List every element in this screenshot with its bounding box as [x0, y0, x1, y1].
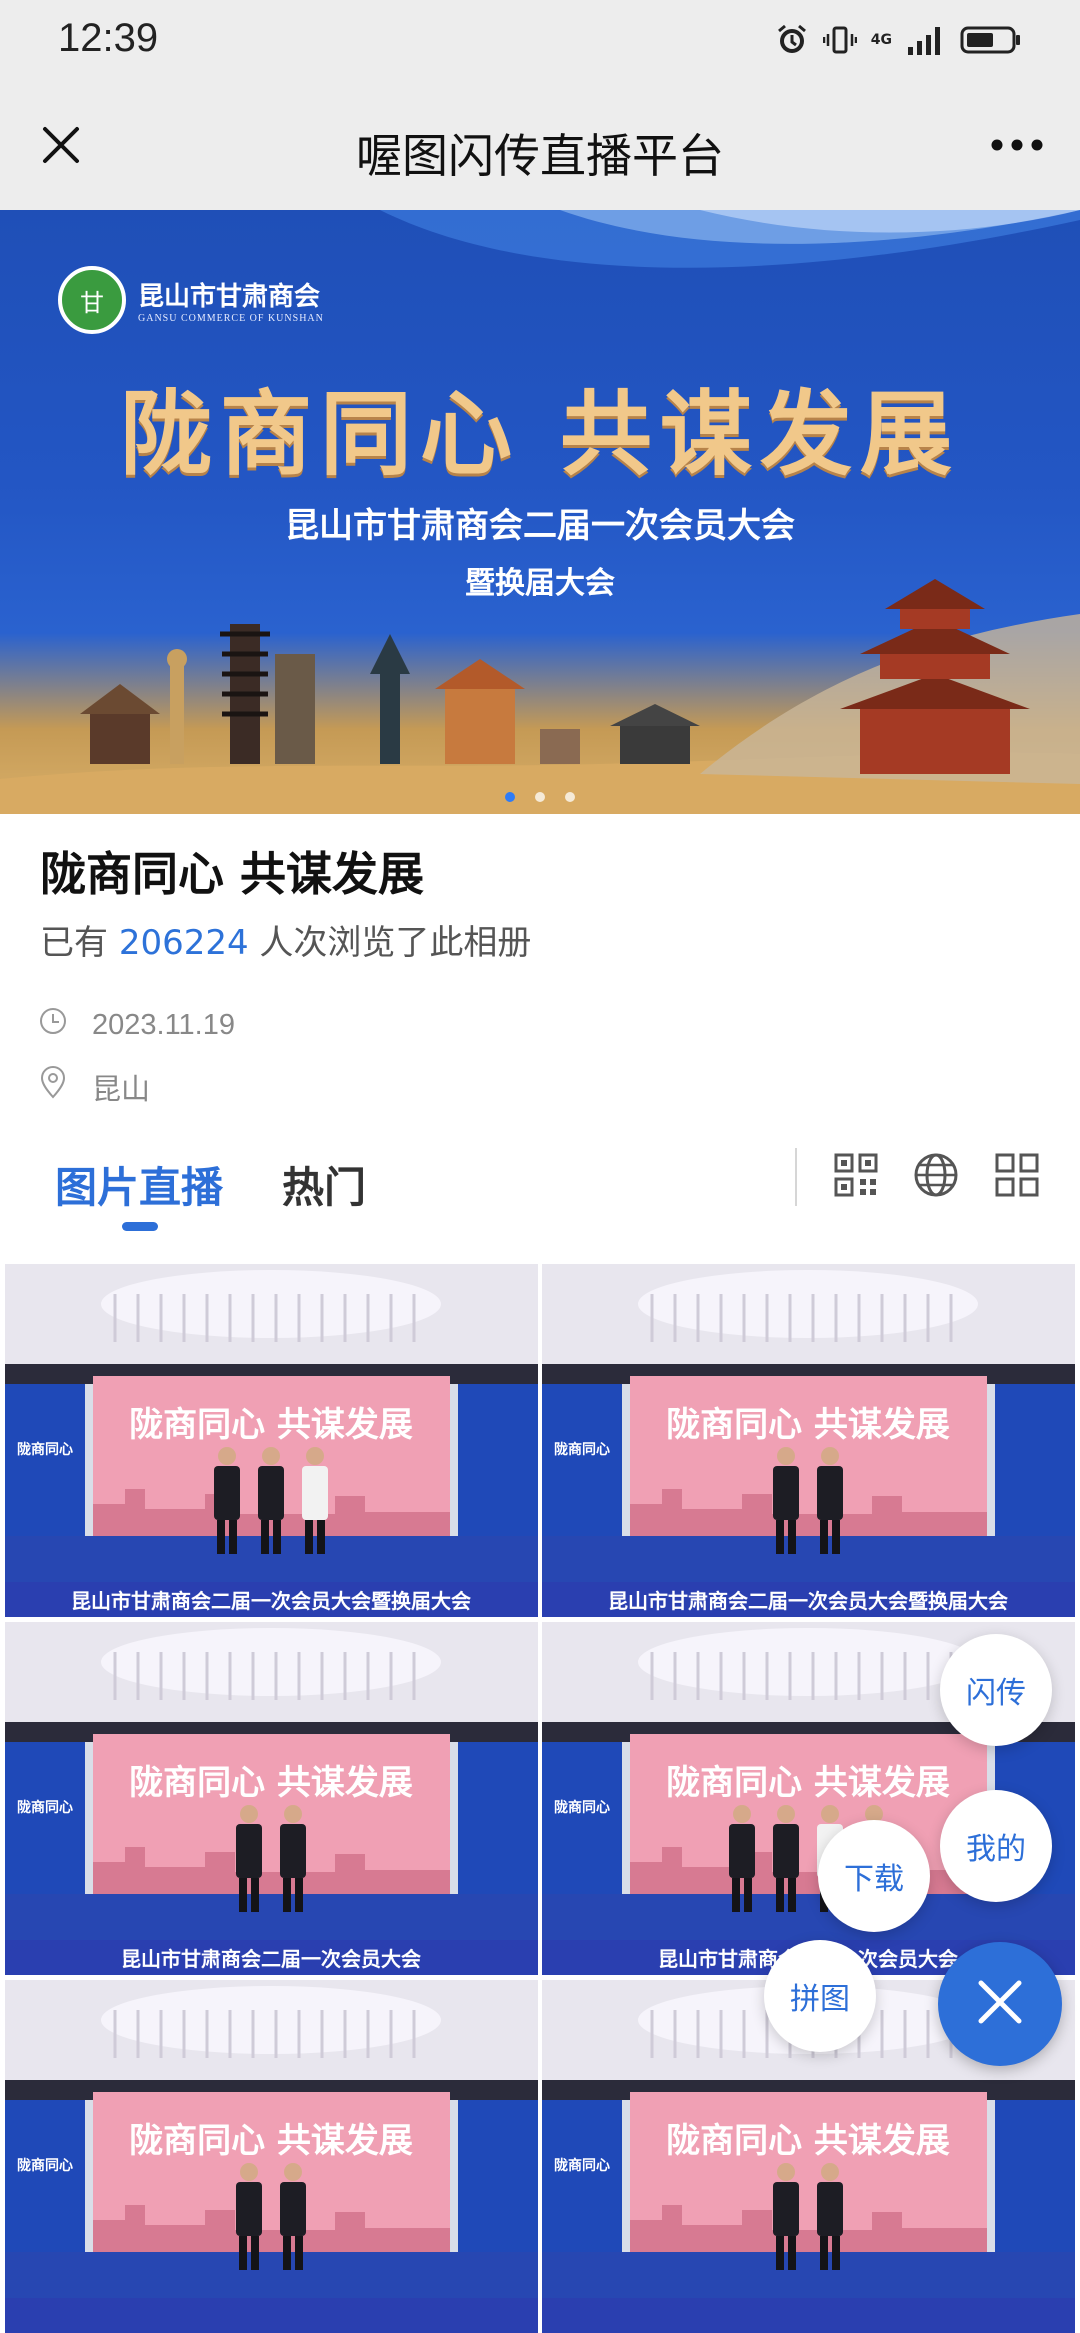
album-title: 陇商同心 共谋发展 — [40, 847, 425, 901]
svg-text:陇商同心 共谋发展: 陇商同心 共谋发展 — [666, 1763, 950, 1803]
status-time: 12:39 — [58, 16, 159, 60]
status-icons: 4G — [775, 18, 1022, 62]
banner-carousel[interactable]: 甘 昆山市甘肃商会 GANSU COMMERCE OF KUNSHAN 陇商同心… — [0, 210, 1080, 814]
org-seal: 甘 — [58, 266, 126, 334]
clock-icon — [38, 1006, 68, 1044]
photo-grid: 陇商同心 共谋发展 陇商同心 昆山市甘肃商会二届一次会员大会暨换届大会 陇商同心 共… — [0, 1264, 1080, 2333]
carousel-dot[interactable] — [505, 792, 515, 802]
fab-close-button[interactable] — [938, 1942, 1062, 2066]
qr-code-icon[interactable] — [829, 1148, 883, 1202]
banner-event-title: 昆山市甘肃商会二届一次会员大会 — [285, 506, 795, 546]
carousel-indicators — [0, 792, 1080, 802]
banner-landmarks — [0, 579, 1080, 814]
album-location: 昆山 — [92, 1074, 151, 1106]
org-name: 昆山市甘肃商会 — [138, 282, 321, 312]
battery-icon — [960, 25, 1022, 55]
page-title: 喔图闪传直播平台 — [356, 129, 724, 183]
more-icon[interactable] — [984, 112, 1050, 178]
status-bar: 12:39 4G — [0, 0, 1080, 80]
album-date-row: 2023.11.19 — [38, 1006, 235, 1044]
vibrate-icon — [822, 23, 857, 57]
org-logo: 甘 昆山市甘肃商会 GANSU COMMERCE OF KUNSHAN — [58, 266, 324, 334]
album-date: 2023.11.19 — [92, 1008, 235, 1041]
svg-text:陇商同心: 陇商同心 — [17, 2157, 73, 2174]
mine-button[interactable]: 我的 — [940, 1790, 1052, 1902]
tab-bar: 图片直播 热门 — [0, 1140, 1080, 1250]
photo-scene: 陇商同心 共谋发展陇商同心 — [5, 1980, 538, 2333]
views-count: 206224 — [118, 923, 249, 963]
download-button[interactable]: 下载 — [818, 1820, 930, 1932]
svg-text:陇商同心 共谋发展: 陇商同心 共谋发展 — [666, 1405, 950, 1445]
svg-text:陇商同心: 陇商同心 — [554, 2157, 610, 2174]
active-tab-indicator — [122, 1222, 158, 1231]
signal-icon — [906, 23, 946, 57]
tab-hot[interactable]: 热门 — [282, 1154, 366, 1215]
carousel-dot[interactable] — [535, 792, 545, 802]
flash-button[interactable]: 闪传 — [940, 1634, 1052, 1746]
svg-text:昆山市甘肃商会二届一次会员大会暨换届大会: 昆山市甘肃商会二届一次会员大会暨换届大会 — [608, 1589, 1008, 1613]
photo-thumbnail[interactable]: 陇商同心 共谋发展陇商同心昆山市甘肃商会二届一次会员大会暨换届大会 — [542, 1264, 1075, 1617]
svg-text:昆山市甘肃商会二届一次会员大会暨换届大会: 昆山市甘肃商会二届一次会员大会暨换届大会 — [71, 1589, 471, 1613]
network-type: 4G — [870, 32, 892, 48]
svg-text:陇商同心: 陇商同心 — [554, 1799, 610, 1816]
svg-text:昆山市甘肃商会二届一次会员大会: 昆山市甘肃商会二届一次会员大会 — [121, 1947, 421, 1971]
carousel-dot[interactable] — [565, 792, 575, 802]
svg-text:陇商同心: 陇商同心 — [554, 1441, 610, 1458]
org-name-en: GANSU COMMERCE OF KUNSHAN — [138, 313, 324, 324]
views-prefix: 已有 — [40, 923, 108, 963]
svg-text:陇商同心 共谋发展: 陇商同心 共谋发展 — [129, 1763, 413, 1803]
photo-scene: 陇商同心 共谋发展陇商同心昆山市甘肃商会二届一次会员大会暨换届大会 — [5, 1264, 538, 1617]
banner-slogan: 陇商同心 共谋发展 — [119, 380, 961, 488]
globe-icon[interactable] — [909, 1148, 963, 1202]
tab-divider — [795, 1148, 797, 1206]
nav-bar: 喔图闪传直播平台 — [0, 80, 1080, 210]
svg-text:陇商同心 共谋发展: 陇商同心 共谋发展 — [129, 2121, 413, 2161]
photo-scene: 陇商同心 共谋发展陇商同心昆山市甘肃商会二届一次会员大会暨换届大会 — [542, 1264, 1075, 1617]
photo-thumbnail[interactable]: 陇商同心 共谋发展陇商同心 — [5, 1980, 538, 2333]
photo-scene: 陇商同心 共谋发展陇商同心昆山市甘肃商会二届一次会员大会 — [5, 1622, 538, 1975]
svg-text:陇商同心 共谋发展: 陇商同心 共谋发展 — [129, 1405, 413, 1445]
svg-text:陇商同心: 陇商同心 — [17, 1441, 73, 1458]
tab-live-photos[interactable]: 图片直播 — [55, 1154, 223, 1215]
views-suffix: 人次浏览了此相册 — [259, 923, 532, 963]
album-location-row: 昆山 — [38, 1066, 150, 1108]
collage-button[interactable]: 拼图 — [764, 1940, 876, 2052]
close-icon — [973, 1975, 1027, 2033]
svg-text:陇商同心 共谋发展: 陇商同心 共谋发展 — [666, 2121, 950, 2161]
photo-thumbnail[interactable]: 陇商同心 共谋发展陇商同心昆山市甘肃商会二届一次会员大会 — [5, 1622, 538, 1975]
alarm-icon — [775, 23, 809, 57]
svg-text:陇商同心: 陇商同心 — [17, 1799, 73, 1816]
location-pin-icon — [38, 1066, 68, 1108]
grid-layout-icon[interactable] — [990, 1148, 1044, 1202]
view-count-text: 已有 206224 人次浏览了此相册 — [40, 915, 531, 964]
photo-thumbnail[interactable]: 陇商同心 共谋发展陇商同心昆山市甘肃商会二届一次会员大会暨换届大会 — [5, 1264, 538, 1617]
